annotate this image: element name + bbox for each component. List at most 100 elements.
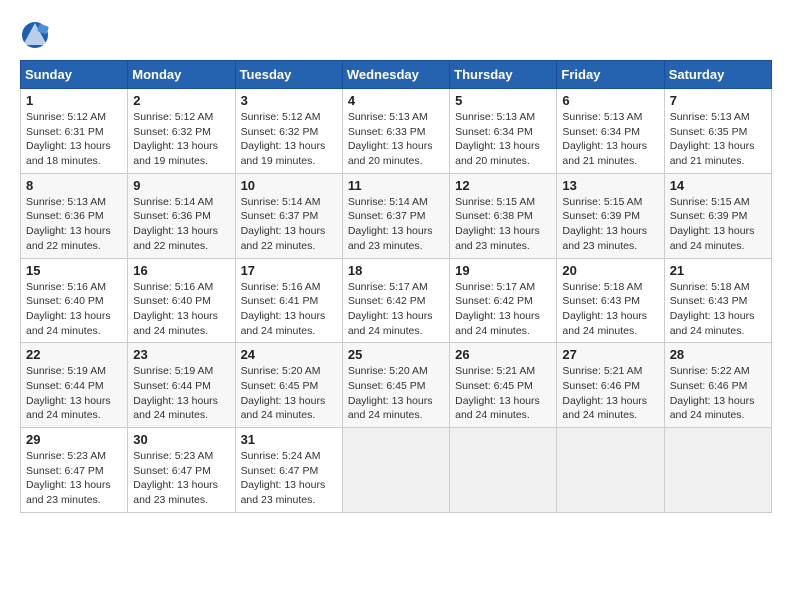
day-info: Sunrise: 5:17 AM Sunset: 6:42 PM Dayligh…	[348, 280, 444, 339]
sunset: Sunset: 6:33 PM	[348, 126, 426, 138]
sunset: Sunset: 6:47 PM	[133, 465, 211, 477]
day-cell: 22 Sunrise: 5:19 AM Sunset: 6:44 PM Dayl…	[21, 343, 128, 428]
day-info: Sunrise: 5:23 AM Sunset: 6:47 PM Dayligh…	[133, 449, 229, 508]
day-info: Sunrise: 5:19 AM Sunset: 6:44 PM Dayligh…	[26, 364, 122, 423]
day-cell: 29 Sunrise: 5:23 AM Sunset: 6:47 PM Dayl…	[21, 428, 128, 513]
day-number: 26	[455, 347, 551, 362]
daylight: Daylight: 13 hours and 24 minutes.	[455, 395, 540, 422]
day-info: Sunrise: 5:18 AM Sunset: 6:43 PM Dayligh…	[670, 280, 766, 339]
day-cell	[664, 428, 771, 513]
sunrise: Sunrise: 5:24 AM	[241, 450, 321, 462]
daylight: Daylight: 13 hours and 24 minutes.	[562, 395, 647, 422]
day-number: 4	[348, 93, 444, 108]
day-info: Sunrise: 5:16 AM Sunset: 6:40 PM Dayligh…	[26, 280, 122, 339]
header-cell-sunday: Sunday	[21, 61, 128, 89]
daylight: Daylight: 13 hours and 24 minutes.	[670, 310, 755, 337]
sunrise: Sunrise: 5:13 AM	[670, 111, 750, 123]
sunrise: Sunrise: 5:15 AM	[670, 196, 750, 208]
day-cell	[450, 428, 557, 513]
sunset: Sunset: 6:47 PM	[26, 465, 104, 477]
sunrise: Sunrise: 5:14 AM	[133, 196, 213, 208]
day-cell: 16 Sunrise: 5:16 AM Sunset: 6:40 PM Dayl…	[128, 258, 235, 343]
day-cell: 28 Sunrise: 5:22 AM Sunset: 6:46 PM Dayl…	[664, 343, 771, 428]
day-number: 9	[133, 178, 229, 193]
day-number: 27	[562, 347, 658, 362]
sunrise: Sunrise: 5:13 AM	[562, 111, 642, 123]
sunrise: Sunrise: 5:13 AM	[348, 111, 428, 123]
day-cell: 30 Sunrise: 5:23 AM Sunset: 6:47 PM Dayl…	[128, 428, 235, 513]
sunrise: Sunrise: 5:16 AM	[133, 281, 213, 293]
day-number: 11	[348, 178, 444, 193]
sunset: Sunset: 6:43 PM	[670, 295, 748, 307]
day-cell: 31 Sunrise: 5:24 AM Sunset: 6:47 PM Dayl…	[235, 428, 342, 513]
daylight: Daylight: 13 hours and 24 minutes.	[348, 395, 433, 422]
header-cell-friday: Friday	[557, 61, 664, 89]
sunset: Sunset: 6:39 PM	[670, 210, 748, 222]
daylight: Daylight: 13 hours and 24 minutes.	[670, 225, 755, 252]
day-number: 20	[562, 263, 658, 278]
sunset: Sunset: 6:47 PM	[241, 465, 319, 477]
day-cell: 21 Sunrise: 5:18 AM Sunset: 6:43 PM Dayl…	[664, 258, 771, 343]
day-cell: 6 Sunrise: 5:13 AM Sunset: 6:34 PM Dayli…	[557, 89, 664, 174]
sunset: Sunset: 6:46 PM	[562, 380, 640, 392]
sunrise: Sunrise: 5:12 AM	[26, 111, 106, 123]
day-info: Sunrise: 5:13 AM Sunset: 6:33 PM Dayligh…	[348, 110, 444, 169]
sunrise: Sunrise: 5:14 AM	[348, 196, 428, 208]
daylight: Daylight: 13 hours and 23 minutes.	[455, 225, 540, 252]
sunset: Sunset: 6:40 PM	[133, 295, 211, 307]
day-cell: 5 Sunrise: 5:13 AM Sunset: 6:34 PM Dayli…	[450, 89, 557, 174]
sunset: Sunset: 6:45 PM	[455, 380, 533, 392]
day-info: Sunrise: 5:16 AM Sunset: 6:40 PM Dayligh…	[133, 280, 229, 339]
sunrise: Sunrise: 5:17 AM	[348, 281, 428, 293]
sunrise: Sunrise: 5:20 AM	[241, 365, 321, 377]
day-cell: 18 Sunrise: 5:17 AM Sunset: 6:42 PM Dayl…	[342, 258, 449, 343]
day-cell: 19 Sunrise: 5:17 AM Sunset: 6:42 PM Dayl…	[450, 258, 557, 343]
sunset: Sunset: 6:46 PM	[670, 380, 748, 392]
day-cell: 25 Sunrise: 5:20 AM Sunset: 6:45 PM Dayl…	[342, 343, 449, 428]
day-number: 23	[133, 347, 229, 362]
day-cell: 11 Sunrise: 5:14 AM Sunset: 6:37 PM Dayl…	[342, 173, 449, 258]
day-number: 21	[670, 263, 766, 278]
day-info: Sunrise: 5:15 AM Sunset: 6:38 PM Dayligh…	[455, 195, 551, 254]
header-row: SundayMondayTuesdayWednesdayThursdayFrid…	[21, 61, 772, 89]
day-cell: 12 Sunrise: 5:15 AM Sunset: 6:38 PM Dayl…	[450, 173, 557, 258]
sunset: Sunset: 6:41 PM	[241, 295, 319, 307]
sunset: Sunset: 6:44 PM	[26, 380, 104, 392]
day-number: 18	[348, 263, 444, 278]
week-row-1: 1 Sunrise: 5:12 AM Sunset: 6:31 PM Dayli…	[21, 89, 772, 174]
daylight: Daylight: 13 hours and 24 minutes.	[455, 310, 540, 337]
day-cell	[342, 428, 449, 513]
daylight: Daylight: 13 hours and 24 minutes.	[670, 395, 755, 422]
daylight: Daylight: 13 hours and 22 minutes.	[241, 225, 326, 252]
daylight: Daylight: 13 hours and 24 minutes.	[241, 395, 326, 422]
day-number: 7	[670, 93, 766, 108]
daylight: Daylight: 13 hours and 23 minutes.	[241, 479, 326, 506]
day-cell: 8 Sunrise: 5:13 AM Sunset: 6:36 PM Dayli…	[21, 173, 128, 258]
day-number: 10	[241, 178, 337, 193]
sunrise: Sunrise: 5:15 AM	[455, 196, 535, 208]
sunset: Sunset: 6:31 PM	[26, 126, 104, 138]
daylight: Daylight: 13 hours and 23 minutes.	[133, 479, 218, 506]
day-cell	[557, 428, 664, 513]
sunset: Sunset: 6:38 PM	[455, 210, 533, 222]
sunrise: Sunrise: 5:16 AM	[26, 281, 106, 293]
day-cell: 13 Sunrise: 5:15 AM Sunset: 6:39 PM Dayl…	[557, 173, 664, 258]
sunset: Sunset: 6:42 PM	[455, 295, 533, 307]
daylight: Daylight: 13 hours and 22 minutes.	[26, 225, 111, 252]
day-info: Sunrise: 5:14 AM Sunset: 6:37 PM Dayligh…	[241, 195, 337, 254]
day-number: 17	[241, 263, 337, 278]
daylight: Daylight: 13 hours and 21 minutes.	[670, 140, 755, 167]
sunset: Sunset: 6:32 PM	[241, 126, 319, 138]
daylight: Daylight: 13 hours and 22 minutes.	[133, 225, 218, 252]
daylight: Daylight: 13 hours and 23 minutes.	[26, 479, 111, 506]
day-number: 14	[670, 178, 766, 193]
day-number: 3	[241, 93, 337, 108]
calendar-table: SundayMondayTuesdayWednesdayThursdayFrid…	[20, 60, 772, 513]
day-info: Sunrise: 5:16 AM Sunset: 6:41 PM Dayligh…	[241, 280, 337, 339]
sunrise: Sunrise: 5:23 AM	[26, 450, 106, 462]
day-info: Sunrise: 5:13 AM Sunset: 6:34 PM Dayligh…	[455, 110, 551, 169]
sunset: Sunset: 6:35 PM	[670, 126, 748, 138]
sunrise: Sunrise: 5:21 AM	[562, 365, 642, 377]
day-info: Sunrise: 5:17 AM Sunset: 6:42 PM Dayligh…	[455, 280, 551, 339]
daylight: Daylight: 13 hours and 24 minutes.	[241, 310, 326, 337]
